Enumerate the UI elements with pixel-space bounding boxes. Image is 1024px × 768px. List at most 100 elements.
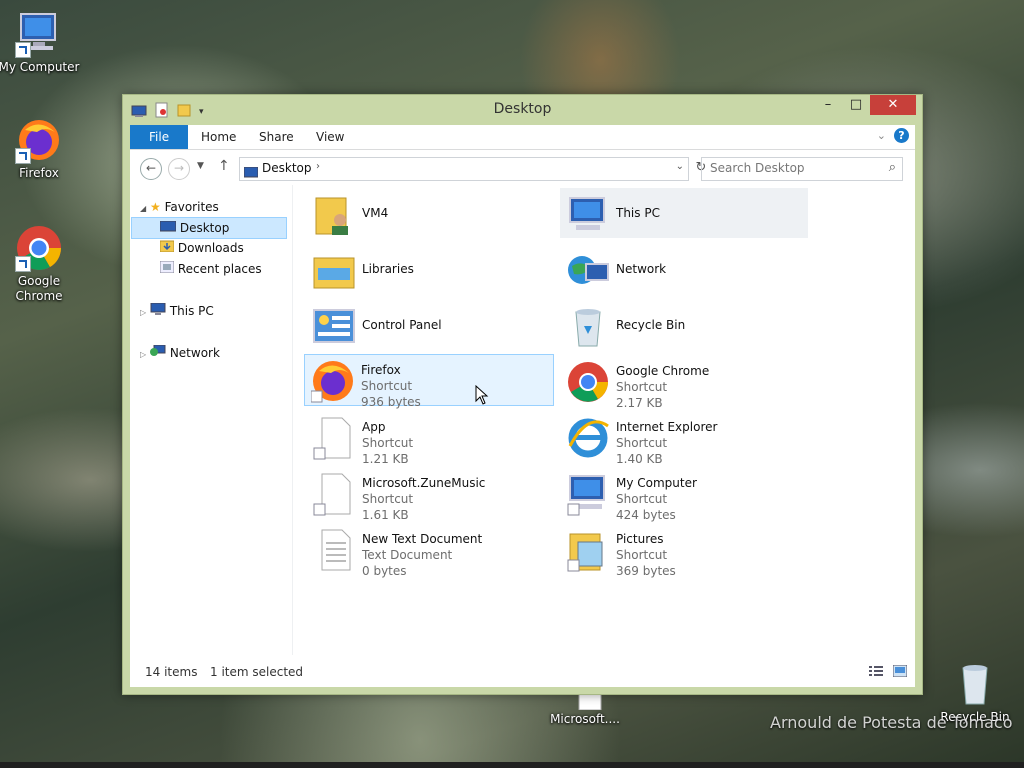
user-folder-icon <box>312 192 356 236</box>
list-item[interactable]: VM4 <box>306 188 554 238</box>
list-item[interactable]: Network <box>560 244 808 294</box>
back-button[interactable]: ← <box>140 158 162 180</box>
search-icon[interactable]: ⌕ <box>889 160 896 175</box>
expand-arrow-icon[interactable]: ◢ <box>140 204 146 213</box>
watermark: Arnould de Potesta de Tomaco <box>770 713 1013 732</box>
tab-view[interactable]: View <box>302 125 358 149</box>
ribbon-tabs: File Home Share View ⌄ ? <box>130 125 915 150</box>
desktop-icon-firefox[interactable]: Firefox <box>0 116 81 181</box>
file-icon <box>561 693 609 711</box>
title-bar[interactable]: ▾ Desktop – □ ✕ <box>123 95 922 125</box>
monitor-icon <box>566 472 610 516</box>
recycle-bin-icon <box>566 304 610 348</box>
recycle-bin-icon <box>951 660 999 708</box>
recent-locations-icon[interactable]: ▼ <box>197 161 204 171</box>
desktop-icon-label: Google Chrome <box>15 274 63 303</box>
window-controls: – □ ✕ <box>814 95 916 115</box>
list-item[interactable]: Pictures Shortcut 369 bytes <box>560 524 808 578</box>
nav-desktop-label: Desktop <box>179 221 230 235</box>
list-item[interactable]: Recycle Bin <box>560 300 808 350</box>
item-type: Shortcut <box>616 380 668 394</box>
nav-desktop[interactable]: Desktop <box>131 217 287 239</box>
list-item[interactable]: Internet Explorer Shortcut 1.40 KB <box>560 412 808 466</box>
monitor-icon <box>15 10 63 58</box>
list-item-selected[interactable]: Firefox Shortcut 936 bytes <box>304 354 554 409</box>
details-view-icon[interactable] <box>869 665 883 680</box>
nav-downloads[interactable]: Downloads <box>159 238 290 258</box>
nav-network-label: Network <box>169 346 220 360</box>
desktop-icon-label: My Computer <box>0 60 80 74</box>
navigation-pane: ◢ ★ Favorites Desktop Downloads Recent p… <box>130 185 292 655</box>
nav-recent-places[interactable]: Recent places <box>159 259 290 279</box>
expand-arrow-icon[interactable]: ▷ <box>140 350 146 359</box>
tab-file[interactable]: File <box>130 125 189 149</box>
expand-arrow-icon[interactable]: ▷ <box>140 308 146 317</box>
tab-home[interactable]: Home <box>187 125 250 149</box>
list-item[interactable]: New Text Document Text Document 0 bytes <box>306 524 554 578</box>
item-type: Shortcut <box>616 548 668 562</box>
selection-count: 1 item selected <box>210 665 304 679</box>
window-body: File Home Share View ⌄ ? ← → ▼ ↑ Desktop… <box>130 125 915 687</box>
desktop-icon-label: Firefox <box>19 166 59 180</box>
taskbar <box>0 762 1024 768</box>
nav-favorites[interactable]: ◢ ★ Favorites <box>140 197 290 217</box>
window-title: Desktop <box>493 101 552 117</box>
up-arrow-icon[interactable]: ↑ <box>218 158 230 174</box>
help-icon[interactable]: ? <box>894 128 909 143</box>
address-location: Desktop <box>262 161 312 175</box>
list-item[interactable]: App Shortcut 1.21 KB <box>306 412 554 466</box>
network-icon <box>149 344 166 360</box>
desktop-icon-label: Microsoft.... <box>550 712 620 726</box>
maximize-button[interactable]: □ <box>842 95 870 115</box>
ribbon-right: ⌄ ? <box>877 128 909 143</box>
item-name: My Computer <box>616 476 697 490</box>
nav-network[interactable]: ▷ Network <box>140 343 290 363</box>
item-type: Shortcut <box>362 436 414 450</box>
list-item[interactable]: Libraries <box>306 244 554 294</box>
control-panel-icon <box>312 304 356 348</box>
forward-button[interactable]: → <box>168 158 190 180</box>
search-input[interactable]: Search Desktop ⌕ <box>701 157 903 181</box>
item-name: Network <box>616 262 667 276</box>
minimize-button[interactable]: – <box>814 95 842 115</box>
breadcrumb-chevron-icon[interactable]: › <box>316 161 320 172</box>
close-button[interactable]: ✕ <box>870 95 916 115</box>
item-name: App <box>362 420 386 434</box>
list-item[interactable]: This PC <box>560 188 808 238</box>
item-type: Shortcut <box>616 492 668 506</box>
desktop-icon-microsoft[interactable]: Microsoft.... <box>543 693 627 727</box>
shortcut-arrow-icon <box>15 256 31 272</box>
item-name: Pictures <box>616 532 664 546</box>
shortcut-arrow-icon <box>15 148 31 164</box>
chrome-icon <box>566 360 610 404</box>
nav-this-pc[interactable]: ▷ This PC <box>140 301 290 321</box>
desktop-icon-my-computer[interactable]: My Computer <box>0 10 81 75</box>
nav-recent-label: Recent places <box>177 262 262 276</box>
address-field[interactable]: Desktop › ⌄ <box>239 157 689 181</box>
text-document-icon <box>312 528 356 572</box>
address-bar-row: ← → ▼ ↑ Desktop › ⌄ ↻ Search Desktop ⌕ <box>130 150 915 184</box>
address-dropdown-icon[interactable]: ⌄ <box>676 161 684 172</box>
list-item[interactable]: Google Chrome Shortcut 2.17 KB <box>560 356 808 410</box>
status-bar: 14 items 1 item selected <box>130 657 915 687</box>
mouse-cursor-icon <box>475 384 489 409</box>
list-item[interactable]: My Computer Shortcut 424 bytes <box>560 468 808 522</box>
monitor-icon <box>566 192 610 236</box>
list-item[interactable]: Microsoft.ZuneMusic Shortcut 1.61 KB <box>306 468 554 522</box>
desktop-icon-google-chrome[interactable]: Google Chrome <box>0 224 81 304</box>
item-size: 1.40 KB <box>616 452 663 466</box>
list-item[interactable]: Control Panel <box>306 300 554 350</box>
large-icons-view-icon[interactable] <box>892 664 908 680</box>
file-icon <box>312 472 356 516</box>
pictures-folder-icon <box>566 528 610 572</box>
item-size: 0 bytes <box>362 564 407 578</box>
shortcut-arrow-icon <box>15 42 31 58</box>
expand-ribbon-icon[interactable]: ⌄ <box>877 129 886 142</box>
pane-divider[interactable] <box>292 185 293 655</box>
downloads-folder-icon <box>159 240 175 255</box>
item-name: Firefox <box>361 363 401 377</box>
item-size: 369 bytes <box>616 564 676 578</box>
libraries-icon <box>312 248 356 292</box>
file-icon <box>312 416 356 460</box>
tab-share[interactable]: Share <box>245 125 308 149</box>
